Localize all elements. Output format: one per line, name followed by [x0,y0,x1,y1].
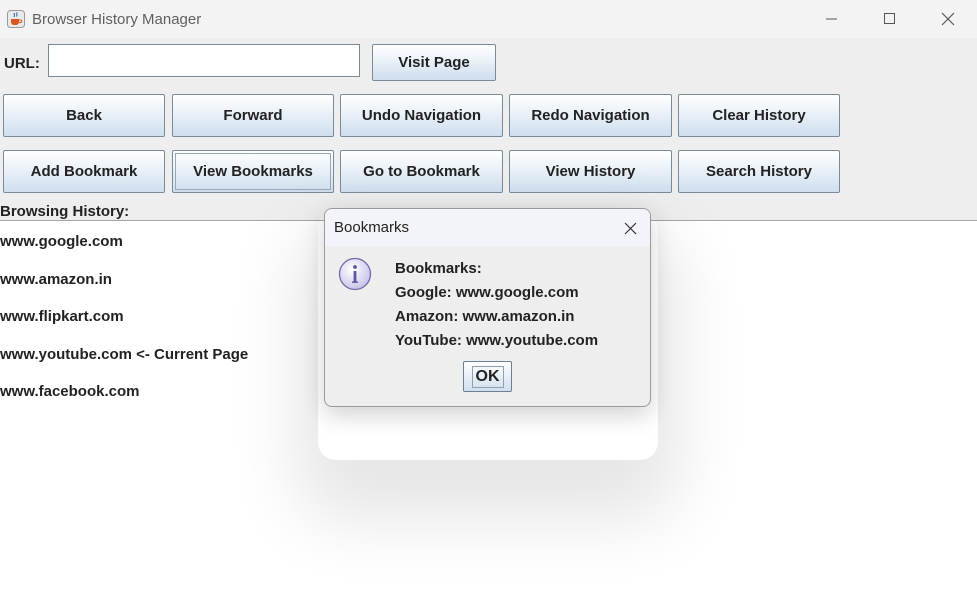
dialog-message-line: Bookmarks: [395,260,482,277]
view-bookmarks-button[interactable]: View Bookmarks [172,150,334,193]
dialog-message-line: Google: www.google.com [395,284,579,301]
dialog-title: Bookmarks [334,219,410,236]
window-titlebar: Browser History Manager [0,0,977,38]
ok-button-label: OK [471,365,504,388]
minimize-button[interactable] [803,0,861,38]
url-label: URL: [4,55,40,72]
bookmarks-dialog: Bookmarks Bookmarks: Google: www.google.… [324,208,651,407]
maximize-icon [884,13,895,24]
history-item: www.google.com [0,233,123,250]
dialog-close-button[interactable] [615,215,645,241]
maximize-button[interactable] [861,0,919,38]
go-to-bookmark-button[interactable]: Go to Bookmark [340,150,503,193]
back-button[interactable]: Back [3,94,165,137]
info-icon [338,257,372,291]
minimize-icon [826,18,837,20]
controls-panel: URL: Visit Page Back Forward Undo Naviga… [0,38,977,220]
url-input[interactable] [48,44,360,77]
history-header: Browsing History: [0,203,130,220]
history-item: www.facebook.com [0,383,140,400]
forward-button[interactable]: Forward [172,94,334,137]
dialog-message-line: Amazon: www.amazon.in [395,308,575,325]
add-bookmark-button[interactable]: Add Bookmark [3,150,165,193]
visit-page-button[interactable]: Visit Page [372,44,496,81]
close-icon [624,222,636,234]
search-history-button[interactable]: Search History [678,150,840,193]
close-icon [941,12,955,26]
java-coffee-cup-icon [7,10,25,28]
dialog-titlebar: Bookmarks [325,209,650,246]
history-item: www.flipkart.com [0,308,124,325]
ok-button[interactable]: OK [463,361,512,392]
view-history-button[interactable]: View History [509,150,672,193]
close-window-button[interactable] [919,0,977,38]
window-title: Browser History Manager [32,11,202,28]
dialog-message-line: YouTube: www.youtube.com [395,332,599,349]
history-item-current: www.youtube.com <- Current Page [0,346,249,363]
clear-history-button[interactable]: Clear History [678,94,840,137]
undo-navigation-button[interactable]: Undo Navigation [340,94,503,137]
history-item: www.amazon.in [0,271,112,288]
redo-navigation-button[interactable]: Redo Navigation [509,94,672,137]
